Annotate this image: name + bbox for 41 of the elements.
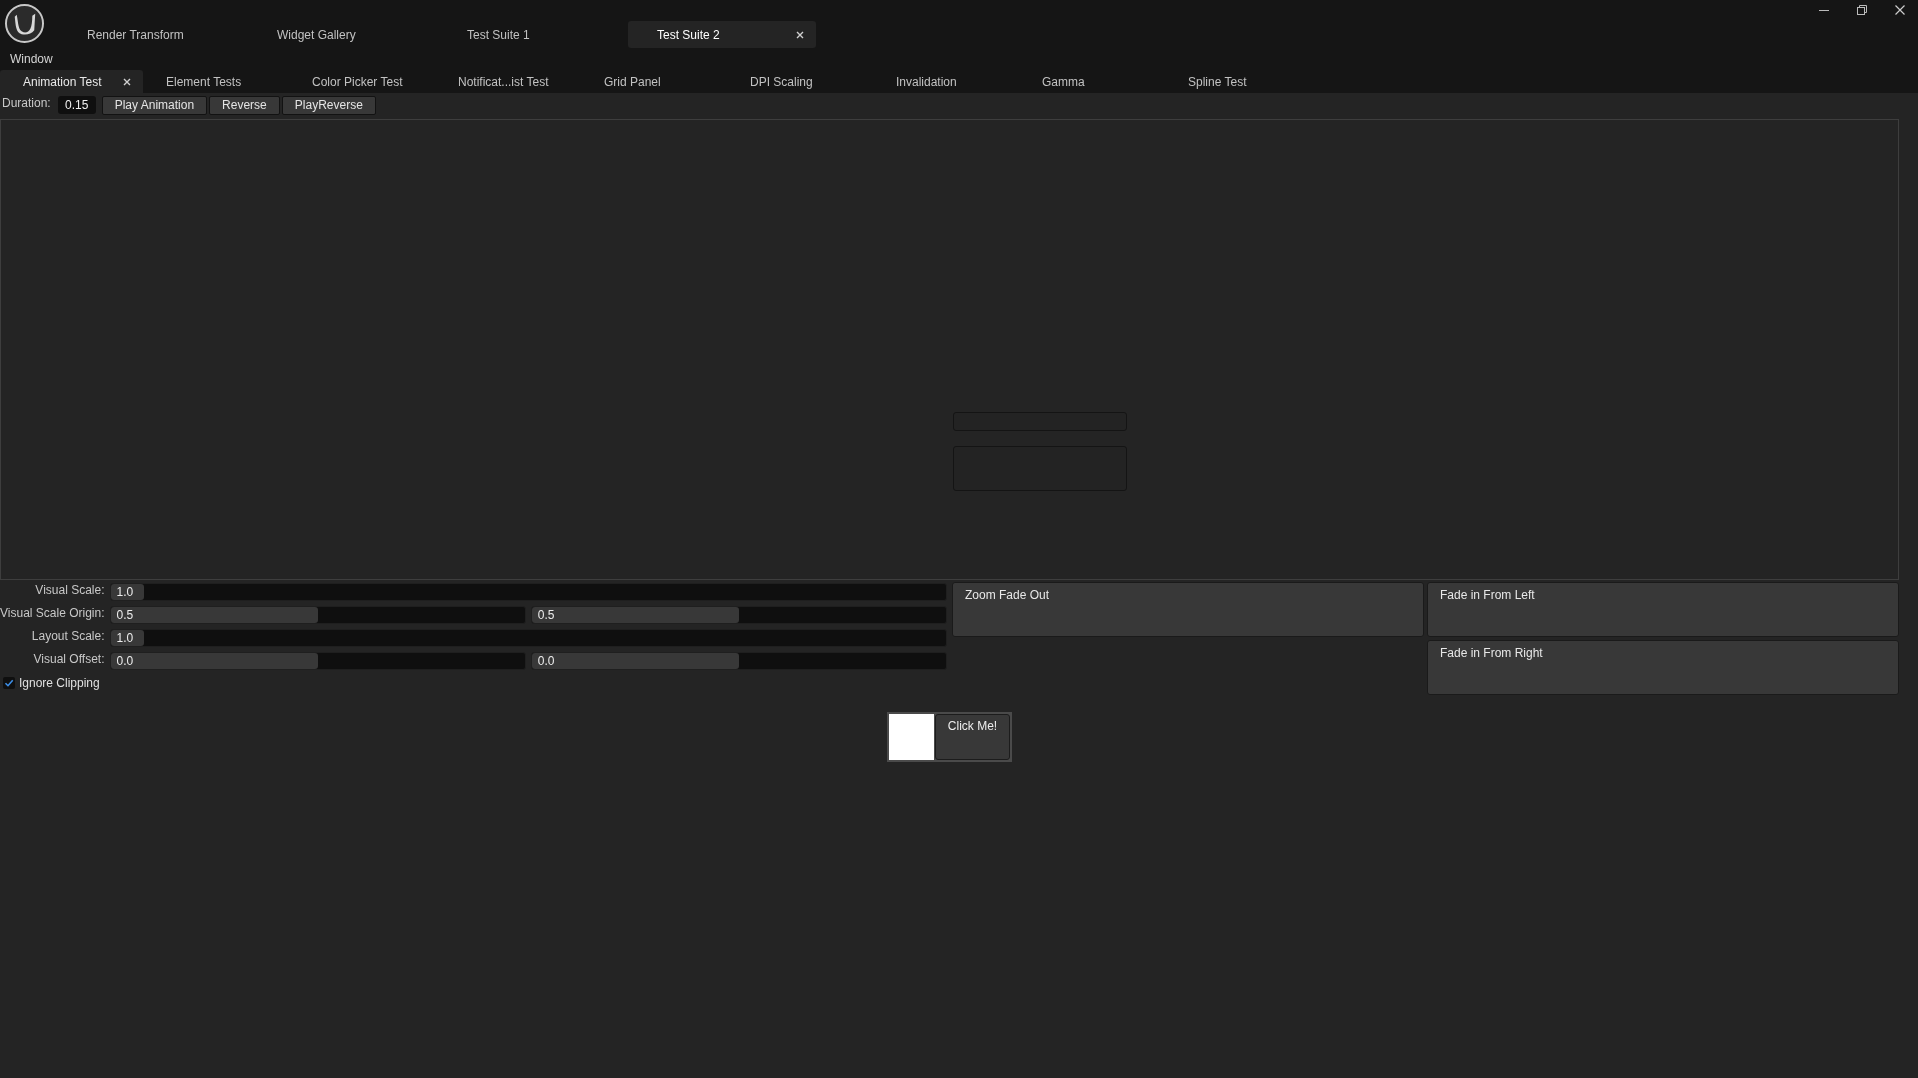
doc-tab[interactable]: DPI Scaling xyxy=(727,70,873,93)
duration-label: Duration: xyxy=(2,96,51,110)
app-tab[interactable]: Test Suite 2 xyxy=(628,21,816,48)
doc-tab[interactable]: Element Tests xyxy=(143,70,289,93)
restore-icon[interactable] xyxy=(1857,5,1867,15)
doc-tab[interactable]: Spline Test xyxy=(1165,70,1311,93)
image-placeholder xyxy=(889,714,934,760)
spin-box[interactable]: 0.5 xyxy=(530,606,947,624)
property-label: Layout Scale: xyxy=(30,629,105,645)
doc-tab[interactable]: Invalidation xyxy=(873,70,1019,93)
property-label: Visual Offset: xyxy=(32,652,105,668)
spin-box[interactable]: 0.0 xyxy=(530,652,947,670)
spin-box[interactable]: 1.0 xyxy=(109,583,947,601)
spin-box[interactable]: 0.0 xyxy=(109,652,526,670)
property-label: Visual Scale: xyxy=(34,583,105,599)
doc-tab[interactable]: Notificat...ist Test xyxy=(435,70,581,93)
doc-tab[interactable]: Grid Panel xyxy=(581,70,727,93)
toolbar-button[interactable]: Play Animation xyxy=(101,95,208,115)
animation-button[interactable]: Zoom Fade Out xyxy=(952,582,1424,637)
window-menu[interactable]: Window xyxy=(10,52,53,67)
close-icon[interactable] xyxy=(796,30,804,39)
doc-tab[interactable]: Animation Test xyxy=(0,70,143,93)
close-icon[interactable] xyxy=(123,77,131,86)
toolbar-button[interactable]: PlayReverse xyxy=(281,95,376,115)
app-tab[interactable]: Test Suite 1 xyxy=(438,21,626,48)
toolbar-button[interactable]: Reverse xyxy=(209,95,280,115)
checkbox[interactable] xyxy=(3,677,15,689)
click-button[interactable]: Click Me! xyxy=(935,714,1010,760)
close-icon[interactable] xyxy=(1895,5,1905,15)
spin-box[interactable]: 1.0 xyxy=(109,629,947,647)
logo-icon xyxy=(5,4,44,43)
app-tab[interactable]: Render Transform xyxy=(58,21,246,48)
animation-button[interactable]: Fade in From Right xyxy=(1427,640,1899,695)
doc-tab[interactable]: Gamma xyxy=(1019,70,1165,93)
spin-box[interactable]: 0.5 xyxy=(109,606,526,624)
app-tab[interactable]: Widget Gallery xyxy=(248,21,436,48)
checkbox-label: Ignore Clipping xyxy=(19,676,100,690)
duration-field[interactable]: 0.15 xyxy=(57,96,96,114)
property-label: Visual Scale Origin: xyxy=(0,606,105,622)
doc-tab[interactable]: Color Picker Test xyxy=(289,70,435,93)
animation-button[interactable]: Fade in From Left xyxy=(1427,582,1899,637)
